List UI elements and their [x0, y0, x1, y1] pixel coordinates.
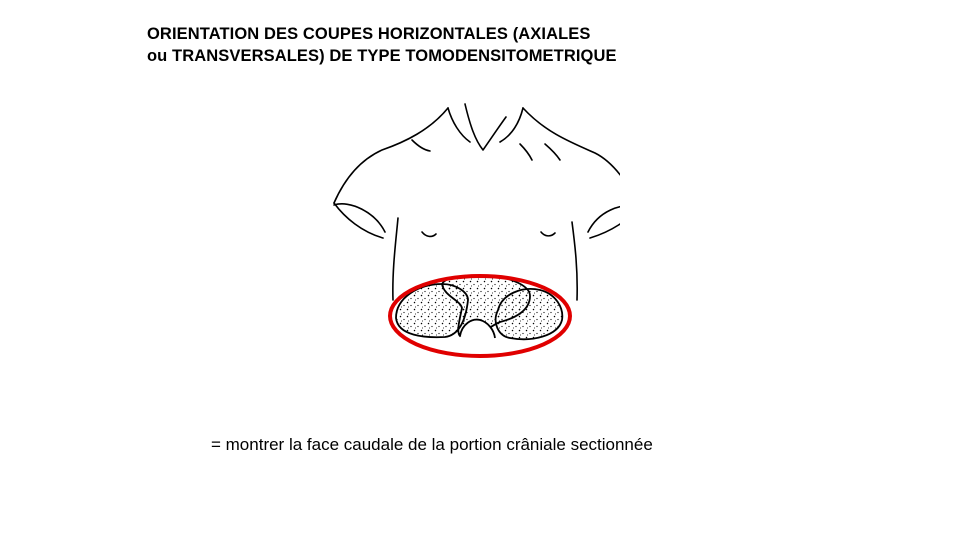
torso-section-illustration	[333, 103, 620, 358]
slide-title-line-2: ou TRANSVERSALES) DE TYPE TOMODENSITOMET…	[147, 47, 617, 65]
torso-outline	[333, 103, 620, 301]
slide-title-line-1: ORIENTATION DES COUPES HORIZONTALES (AXI…	[147, 25, 591, 43]
slide-title: ORIENTATION DES COUPES HORIZONTALES (AXI…	[147, 23, 617, 67]
slide-caption: = montrer la face caudale de la portion …	[211, 435, 653, 454]
